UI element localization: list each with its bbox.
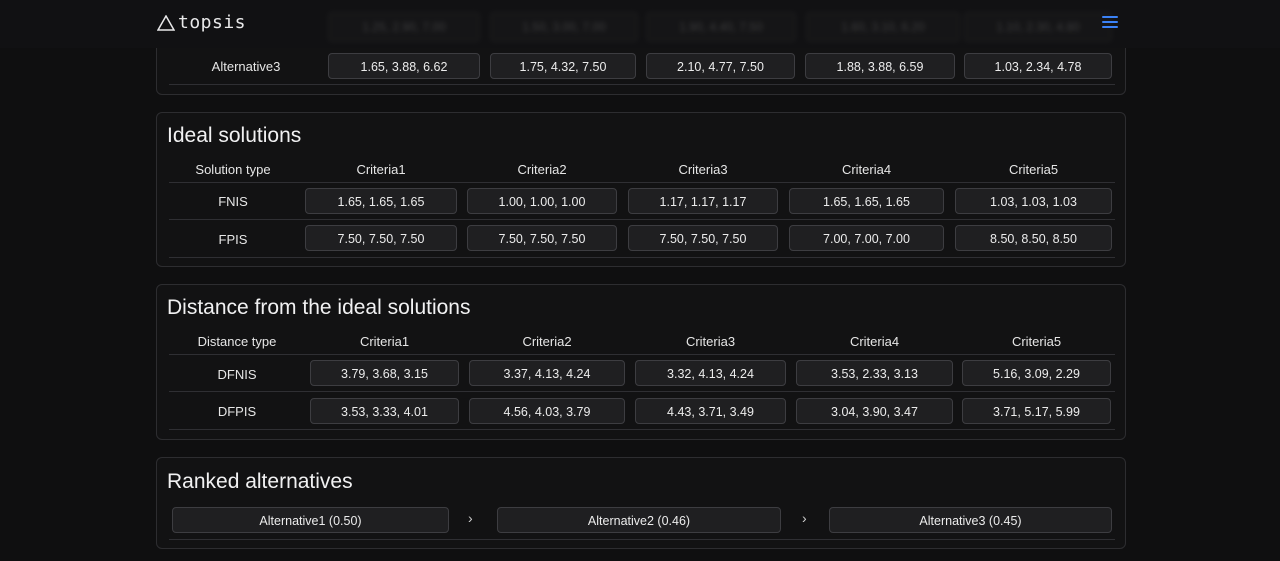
column-header: Criteria5	[1008, 162, 1059, 177]
ranked-item: Alternative3 (0.45)	[829, 507, 1112, 533]
row-divider	[169, 354, 1115, 355]
ranked-item: Alternative2 (0.46)	[497, 507, 781, 533]
value-cell: 1.75, 4.32, 7.50	[490, 53, 636, 79]
value-cell: 7.50, 7.50, 7.50	[305, 225, 457, 251]
column-header: Criteria4	[849, 334, 900, 349]
value-cell: 4.56, 4.03, 3.79	[469, 398, 625, 424]
ghost-cell: 1.60, 3.10, 6.20	[806, 12, 960, 42]
column-header: Criteria1	[356, 162, 406, 177]
value-cell: 1.88, 3.88, 6.59	[805, 53, 955, 79]
ranked-item: Alternative1 (0.50)	[172, 507, 449, 533]
value-cell: 3.71, 5.17, 5.99	[962, 398, 1111, 424]
column-header: Distance type	[197, 334, 277, 349]
chevron-right-icon: ›	[468, 510, 473, 526]
section-title: Ranked alternatives	[167, 470, 353, 493]
hamburger-menu-icon[interactable]	[1102, 16, 1118, 30]
logo-text: topsis	[178, 12, 247, 33]
column-header: Criteria3	[685, 334, 736, 349]
row-divider	[169, 391, 1115, 392]
value-cell: 4.43, 3.71, 3.49	[635, 398, 786, 424]
triangle-logo-icon	[157, 14, 175, 31]
distance-card: Distance from the ideal solutions Distan…	[156, 284, 1126, 440]
row-divider	[169, 219, 1115, 220]
value-cell: 1.00, 1.00, 1.00	[467, 188, 617, 214]
row-label: DFPIS	[217, 404, 257, 419]
chevron-right-icon: ›	[802, 510, 807, 526]
value-cell: 3.04, 3.90, 3.47	[796, 398, 953, 424]
column-header: Criteria2	[517, 162, 567, 177]
value-cell: 8.50, 8.50, 8.50	[955, 225, 1112, 251]
row-divider	[169, 84, 1115, 85]
ideal-solutions-card: Ideal solutions Solution type Criteria1 …	[156, 112, 1126, 267]
value-cell: 3.53, 2.33, 3.13	[796, 360, 953, 386]
value-cell: 3.53, 3.33, 4.01	[310, 398, 459, 424]
value-cell: 2.10, 4.77, 7.50	[646, 53, 795, 79]
value-cell: 1.03, 1.03, 1.03	[955, 188, 1112, 214]
column-header: Criteria2	[522, 334, 572, 349]
value-cell: 3.37, 4.13, 4.24	[469, 360, 625, 386]
value-cell: 1.65, 3.88, 6.62	[328, 53, 480, 79]
ghost-cell: 1.90, 4.40, 7.50	[646, 12, 796, 42]
value-cell: 7.50, 7.50, 7.50	[628, 225, 778, 251]
value-cell: 1.03, 2.34, 4.78	[964, 53, 1112, 79]
scrolled-under-row: 1.25, 2.90, 7.00 1.50, 3.00, 7.00 1.90, …	[170, 12, 1120, 42]
column-header: Criteria3	[678, 162, 728, 177]
row-divider	[169, 429, 1115, 430]
row-label: FPIS	[218, 232, 248, 247]
row-divider	[169, 257, 1115, 258]
section-title: Distance from the ideal solutions	[167, 296, 471, 319]
ghost-cell: 1.25, 2.90, 7.00	[328, 12, 480, 42]
column-header: Criteria1	[359, 334, 410, 349]
value-cell: 7.50, 7.50, 7.50	[467, 225, 617, 251]
row-divider	[169, 182, 1115, 183]
column-header: Solution type	[195, 162, 271, 177]
row-label: DFNIS	[217, 367, 257, 382]
value-cell: 3.79, 3.68, 3.15	[310, 360, 459, 386]
app-logo[interactable]: topsis	[157, 12, 246, 33]
ranked-card: Ranked alternatives Alternative1 (0.50) …	[156, 457, 1126, 549]
value-cell: 3.32, 4.13, 4.24	[635, 360, 786, 386]
column-header: Criteria5	[1011, 334, 1062, 349]
value-cell: 1.65, 1.65, 1.65	[305, 188, 457, 214]
row-divider	[169, 539, 1115, 540]
ghost-cell: 1.10, 2.30, 4.80	[964, 12, 1112, 42]
top-bar: 1.25, 2.90, 7.00 1.50, 3.00, 7.00 1.90, …	[0, 0, 1280, 48]
value-cell: 7.00, 7.00, 7.00	[789, 225, 944, 251]
section-title: Ideal solutions	[167, 124, 302, 147]
row-label: FNIS	[218, 194, 248, 209]
row-label: Alternative3	[211, 59, 281, 74]
value-cell: 5.16, 3.09, 2.29	[962, 360, 1111, 386]
column-header: Criteria4	[841, 162, 892, 177]
ghost-cell: 1.50, 3.00, 7.00	[490, 12, 638, 42]
value-cell: 1.65, 1.65, 1.65	[789, 188, 944, 214]
value-cell: 1.17, 1.17, 1.17	[628, 188, 778, 214]
